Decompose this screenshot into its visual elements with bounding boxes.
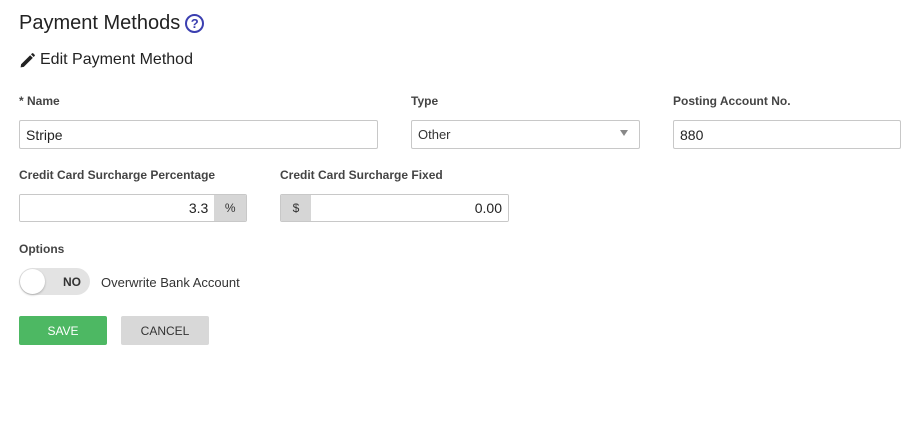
dollar-addon: $: [281, 195, 311, 221]
toggle-state-text: NO: [63, 275, 81, 289]
name-field[interactable]: [19, 120, 378, 149]
pencil-icon: [20, 52, 35, 67]
type-select-value: Other: [418, 127, 451, 142]
type-label: Type: [411, 94, 439, 108]
surcharge-percentage-field[interactable]: [20, 195, 215, 221]
page-header: Payment Methods ?: [19, 12, 205, 35]
save-button[interactable]: SAVE: [19, 316, 107, 345]
cancel-button[interactable]: CANCEL: [121, 316, 209, 345]
section-title: Edit Payment Method: [40, 51, 193, 68]
posting-account-label: Posting Account No.: [673, 94, 791, 108]
section-header: Edit Payment Method: [19, 51, 193, 69]
overwrite-bank-account-label: Overwrite Bank Account: [101, 275, 240, 290]
percent-addon: %: [214, 195, 246, 221]
name-label: * Name: [19, 94, 60, 108]
toggle-knob: [20, 269, 45, 294]
overwrite-bank-account-toggle[interactable]: NO: [19, 268, 90, 295]
surcharge-fixed-field[interactable]: [311, 195, 508, 221]
type-select[interactable]: Other: [411, 120, 640, 149]
page-title: Payment Methods: [19, 12, 181, 34]
options-label: Options: [19, 242, 65, 256]
caret-down-icon: [620, 130, 628, 136]
surcharge-percentage-label: Credit Card Surcharge Percentage: [19, 168, 216, 182]
help-icon[interactable]: ?: [185, 14, 205, 33]
surcharge-percentage-group: %: [19, 194, 247, 222]
surcharge-fixed-group: $: [280, 194, 509, 222]
posting-account-field[interactable]: [673, 120, 901, 149]
surcharge-fixed-label: Credit Card Surcharge Fixed: [280, 168, 443, 182]
